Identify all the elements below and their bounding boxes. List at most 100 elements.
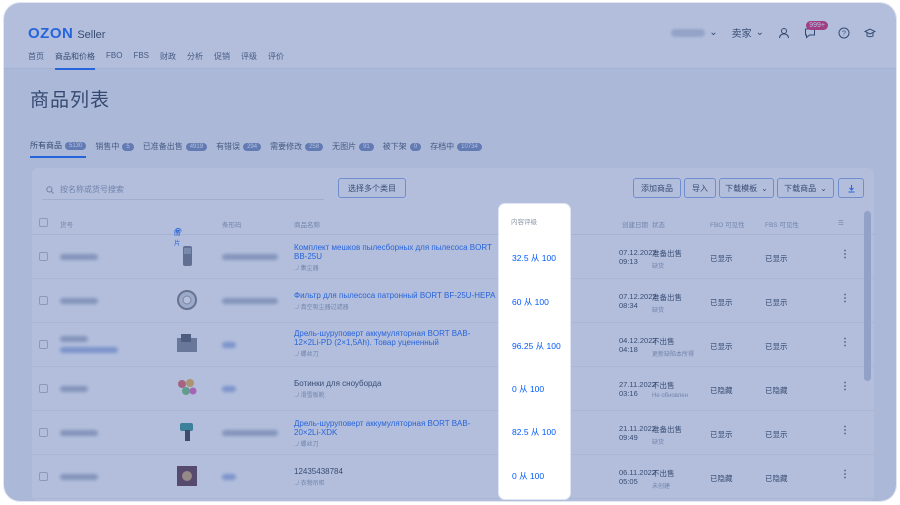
sku-blurred [60, 474, 98, 480]
tab-all[interactable]: 所有商品 5130 [30, 140, 87, 158]
product-name-link[interactable]: Дрель-шуруповерт аккумуляторная BORT BAB… [294, 329, 484, 347]
status-sub: 更新缺陷本所得 [652, 352, 695, 358]
tab-ready[interactable]: 已准备出售 4919 [143, 141, 208, 157]
product-name[interactable]: 12435438784 [294, 467, 504, 476]
search-input[interactable]: 按名称或货号搜索 [42, 180, 324, 200]
created-time: 09:13 [619, 257, 638, 266]
logo[interactable]: OZON Seller [28, 25, 105, 42]
nav-promotions[interactable]: 促销 [214, 51, 230, 70]
more-icon[interactable]: ⋮ [840, 337, 850, 348]
ozon-id-blurred [222, 474, 236, 480]
more-icon[interactable]: ⋮ [840, 293, 850, 304]
content-rating-value[interactable]: 82.5 从 100 [512, 426, 556, 438]
fbo-visibility: 已显示 [710, 430, 733, 439]
tab-on-sale[interactable]: 销售中 5 [95, 141, 134, 157]
product-thumbnail[interactable] [175, 420, 199, 444]
tab-errors[interactable]: 有错误 294 [216, 141, 262, 157]
table-scrollbar[interactable] [864, 211, 871, 381]
product-thumbnail[interactable] [175, 464, 199, 488]
academy-icon[interactable] [863, 27, 877, 39]
product-cell: Фильтр для пылесоса патронный BORT BF-25… [294, 291, 509, 311]
download-button[interactable] [838, 178, 864, 198]
more-icon[interactable]: ⋮ [840, 469, 850, 480]
row-checkbox[interactable] [39, 252, 48, 261]
tab-archived[interactable]: 存档中 10734 [430, 141, 482, 157]
content-rating-value[interactable]: 0 从 100 [512, 470, 544, 482]
add-product-button[interactable]: 添加商品 [633, 178, 681, 198]
content-rating-value[interactable]: 0 从 100 [512, 383, 544, 395]
download-icon [848, 184, 854, 192]
more-icon[interactable]: ⋮ [840, 381, 850, 392]
table-row[interactable]: Комплект мешков пылесборных для пылесоса… [32, 235, 874, 279]
select-categories-button[interactable]: 选择多个类目 [338, 178, 406, 198]
product-name-link[interactable]: Комплект мешков пылесборных для пылесоса… [294, 243, 504, 261]
nav-fbo[interactable]: FBO [106, 51, 122, 70]
logo-text: OZON [28, 25, 74, 42]
more-icon[interactable]: ⋮ [840, 425, 850, 436]
status-cell: 准备出售 缺货 [652, 424, 682, 446]
row-checkbox[interactable] [39, 340, 48, 349]
tab-count: 4919 [185, 142, 208, 151]
chevron-down-icon: ⌄ [820, 183, 827, 193]
col-content-rating: 内容评级 [511, 219, 537, 226]
more-icon[interactable]: ⋮ [840, 249, 850, 260]
table-row[interactable]: 12435438784 ../ 衣物吊柜 06.11.2022 05:05 不出售… [32, 455, 874, 499]
col-name[interactable]: 商品名称 [294, 219, 320, 229]
tab-no-image[interactable]: 无图片 91 [332, 141, 374, 157]
col-sku[interactable]: 货号 [60, 219, 73, 229]
product-thumbnail[interactable] [175, 288, 199, 312]
row-checkbox[interactable] [39, 384, 48, 393]
download-template-button[interactable]: 下载模板 ⌄ [719, 178, 774, 198]
help-icon[interactable]: ? [838, 27, 850, 39]
table-row[interactable]: Дрель-шуруповерт аккумуляторная BORT BAB… [32, 323, 874, 367]
row-checkbox[interactable] [39, 428, 48, 437]
status-cell: 准备出售 缺货 [652, 248, 682, 270]
select-all-checkbox[interactable] [39, 218, 48, 227]
tab-label: 无图片 [332, 142, 357, 151]
row-checkbox[interactable] [39, 472, 48, 481]
app-window: OZON Seller ⌄ 卖家 ⌄ 999+ ? 首页 商品和价格 FBO F… [4, 3, 896, 501]
table-row[interactable]: Дрель-шуруповерт аккумуляторная BORT BAB… [32, 411, 874, 455]
product-thumbnail[interactable] [175, 244, 199, 268]
nav-finance[interactable]: 财政 [160, 51, 176, 70]
import-button[interactable]: 导入 [684, 178, 716, 198]
account-switcher[interactable]: ⌄ [671, 27, 718, 38]
table-row[interactable]: Фильтр для пылесоса патронный BORT BF-25… [32, 279, 874, 323]
created-time: 08:34 [619, 301, 638, 310]
product-thumbnail[interactable] [175, 332, 199, 356]
fbo-visibility: 已显示 [710, 254, 733, 263]
chat-icon[interactable]: 999+ [804, 20, 828, 39]
language-switcher[interactable]: 卖家 ⌄ [732, 25, 764, 40]
download-products-button[interactable]: 下载商品 ⌄ [777, 178, 834, 198]
col-created[interactable]: 创建日期 [622, 219, 648, 229]
product-name-link[interactable]: Дрель-шуруповерт аккумуляторная BORT BAB… [294, 419, 494, 437]
status-text: 准备出售 [652, 293, 682, 302]
content-rating-value[interactable]: 96.25 从 100 [512, 340, 561, 352]
created-cell: 06.11.2022 05:05 [619, 468, 656, 486]
created-time: 05:05 [619, 477, 638, 486]
product-name-link[interactable]: Фильтр для пылесоса патронный BORT BF-25… [294, 291, 509, 300]
nav-home[interactable]: 首页 [28, 51, 44, 70]
ozon-id-blurred [222, 254, 278, 260]
search-placeholder: 按名称或货号搜索 [60, 185, 124, 194]
product-name[interactable]: Ботинки для сноуборда [294, 379, 504, 388]
table-row[interactable]: Ботинки для сноуборда ../ 滑雪板靴 27.11.202… [32, 367, 874, 411]
settings-icon[interactable]: ☰ [838, 219, 844, 227]
nav-reviews[interactable]: 评价 [268, 51, 284, 70]
nav-products[interactable]: 商品和价格 [55, 51, 95, 70]
created-cell: 04.12.2022 04:18 [619, 336, 657, 354]
row-checkbox[interactable] [39, 296, 48, 305]
content-rating-value[interactable]: 60 从 100 [512, 296, 549, 308]
product-thumbnail[interactable] [175, 376, 199, 400]
nav-analytics[interactable]: 分析 [187, 51, 203, 70]
nav-fbs[interactable]: FBS [133, 51, 149, 70]
created-date: 21.11.2022 [619, 424, 656, 433]
user-icon[interactable] [778, 27, 790, 39]
product-cell: Дрель-шуруповерт аккумуляторная BORT BAB… [294, 419, 494, 448]
tab-removed[interactable]: 被下架 0 [382, 141, 422, 157]
tab-needs-fix[interactable]: 需要修改 258 [270, 141, 324, 157]
tab-label: 被下架 [382, 142, 407, 151]
content-rating-value[interactable]: 32.5 从 100 [512, 252, 556, 264]
ozon-id-blurred [222, 342, 236, 348]
nav-rating[interactable]: 评级 [241, 51, 257, 70]
